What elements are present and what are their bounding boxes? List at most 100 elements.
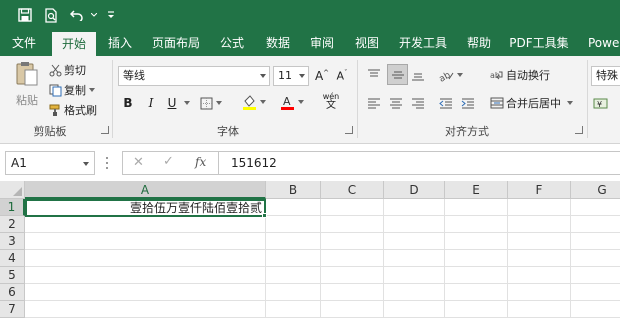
copy-dropdown-icon[interactable] — [89, 88, 95, 92]
fill-color-button[interactable] — [242, 92, 272, 112]
shrink-font-button[interactable]: Aˇ — [334, 67, 350, 85]
merge-center-button[interactable]: 合并后居中 — [488, 94, 573, 112]
font-launcher-icon[interactable] — [345, 126, 353, 134]
grid-cell[interactable] — [321, 284, 384, 301]
grid-cell[interactable] — [25, 250, 266, 267]
column-header-g[interactable]: G — [571, 181, 620, 199]
font-size-dropdown[interactable]: 11 — [273, 66, 309, 86]
increase-indent-button[interactable] — [461, 94, 479, 112]
grid-cell[interactable] — [384, 233, 445, 250]
copy-button[interactable]: 复制 — [46, 81, 95, 99]
grid-cell[interactable] — [508, 199, 571, 216]
accounting-format-button[interactable]: ¥ — [593, 94, 620, 112]
grid-cell[interactable] — [384, 284, 445, 301]
clipboard-launcher-icon[interactable] — [101, 126, 109, 134]
tab-power[interactable]: Powe — [580, 30, 620, 56]
grid-cell[interactable] — [445, 301, 508, 318]
grid-cell[interactable] — [384, 216, 445, 233]
grid-cell[interactable] — [266, 216, 321, 233]
grid-cell[interactable] — [508, 301, 571, 318]
font-color-button[interactable]: A — [280, 92, 310, 112]
tab-page-layout[interactable]: 页面布局 — [148, 30, 204, 56]
underline-button[interactable]: U — [164, 94, 180, 112]
grid-cell[interactable] — [508, 267, 571, 284]
grid-cell[interactable] — [25, 284, 266, 301]
grid-cell[interactable] — [571, 199, 620, 216]
grid-cell[interactable] — [25, 216, 266, 233]
row-header-6[interactable]: 6 — [0, 284, 25, 301]
column-header-b[interactable]: B — [266, 181, 321, 199]
tab-home[interactable]: 开始 — [52, 32, 96, 56]
print-preview-icon[interactable] — [40, 4, 62, 26]
grid-cell[interactable] — [508, 233, 571, 250]
cancel-icon[interactable]: ✕ — [133, 155, 144, 170]
grid-cell[interactable] — [266, 233, 321, 250]
grid-cell[interactable] — [266, 250, 321, 267]
cut-button[interactable]: 剪切 — [46, 61, 86, 79]
column-header-e[interactable]: E — [445, 181, 508, 199]
align-left-button[interactable] — [367, 94, 385, 112]
underline-dropdown[interactable] — [181, 94, 191, 112]
column-header-a[interactable]: A — [25, 181, 266, 199]
row-header-5[interactable]: 5 — [0, 267, 25, 284]
row-header-4[interactable]: 4 — [0, 250, 25, 267]
row-header-1[interactable]: 1 — [0, 199, 25, 216]
grid-cell[interactable] — [25, 301, 266, 318]
grid-cell[interactable] — [571, 267, 620, 284]
grid-cell[interactable] — [571, 284, 620, 301]
enter-icon[interactable]: ✓ — [163, 154, 174, 169]
grid-cell[interactable] — [25, 233, 266, 250]
tab-developer[interactable]: 开发工具 — [393, 30, 453, 56]
undo-dropdown-icon[interactable] — [88, 4, 100, 26]
grid-cell[interactable] — [508, 216, 571, 233]
grid-cell[interactable] — [321, 233, 384, 250]
grid-cell[interactable] — [384, 199, 445, 216]
grid-cell[interactable] — [321, 216, 384, 233]
grid-cell[interactable] — [321, 250, 384, 267]
grid-cell[interactable] — [266, 199, 321, 216]
grow-font-button[interactable]: A^ — [314, 67, 330, 85]
column-header-f[interactable]: F — [508, 181, 571, 199]
tab-pdf-tools[interactable]: PDF工具集 — [506, 30, 572, 56]
orientation-button[interactable]: ab — [439, 66, 467, 84]
row-header-2[interactable]: 2 — [0, 216, 25, 233]
cell-a1[interactable]: 壹拾伍万壹仟陆佰壹拾贰 — [25, 199, 266, 217]
column-header-c[interactable]: C — [321, 181, 384, 199]
bottom-align-button[interactable] — [411, 66, 429, 84]
resize-handle-icon[interactable] — [106, 157, 109, 169]
row-header-3[interactable]: 3 — [0, 233, 25, 250]
wrap-text-button[interactable]: ab 自动换行 — [488, 66, 550, 84]
borders-button[interactable] — [200, 94, 230, 112]
number-format-dropdown[interactable]: 特殊 — [591, 66, 620, 86]
decrease-indent-button[interactable] — [439, 94, 457, 112]
grid-cell[interactable] — [571, 301, 620, 318]
tab-view[interactable]: 视图 — [347, 30, 387, 56]
tab-review[interactable]: 审阅 — [302, 30, 342, 56]
grid-cell[interactable] — [384, 250, 445, 267]
bold-button[interactable]: B — [120, 94, 136, 112]
grid-cell[interactable] — [445, 267, 508, 284]
tab-help[interactable]: 帮助 — [459, 30, 499, 56]
grid-cell[interactable] — [266, 301, 321, 318]
grid-cell[interactable] — [321, 199, 384, 216]
insert-function-icon[interactable]: fx — [195, 155, 206, 169]
formula-input[interactable]: 151612 — [218, 151, 620, 175]
grid-cell[interactable] — [384, 267, 445, 284]
align-right-button[interactable] — [411, 94, 429, 112]
select-all-button[interactable] — [0, 181, 25, 199]
grid-cell[interactable] — [445, 250, 508, 267]
grid-cell[interactable] — [445, 233, 508, 250]
tab-insert[interactable]: 插入 — [100, 30, 140, 56]
grid-cell[interactable] — [445, 216, 508, 233]
grid-cell[interactable] — [571, 250, 620, 267]
grid-cell[interactable] — [508, 250, 571, 267]
font-name-dropdown[interactable]: 等线 — [118, 66, 270, 86]
grid-cell[interactable] — [445, 284, 508, 301]
alignment-launcher-icon[interactable] — [575, 126, 583, 134]
format-painter-button[interactable]: 格式刷 — [46, 101, 97, 119]
phonetic-guide-button[interactable]: wén 文 — [318, 92, 344, 112]
grid-cell[interactable] — [445, 199, 508, 216]
customize-qat-icon[interactable] — [104, 4, 118, 26]
name-box[interactable]: A1 — [5, 151, 95, 175]
grid-cell[interactable] — [266, 267, 321, 284]
